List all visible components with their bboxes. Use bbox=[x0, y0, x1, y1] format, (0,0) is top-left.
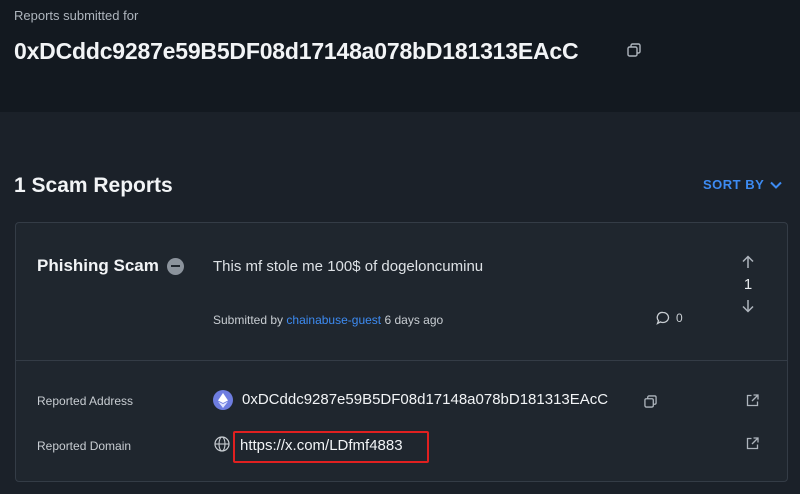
upvote-arrow-icon bbox=[742, 255, 754, 268]
vote-count: 1 bbox=[743, 276, 753, 293]
reported-address-label: Reported Address bbox=[37, 394, 134, 408]
category-label: Phishing Scam bbox=[37, 256, 159, 275]
reported-domain-label: Reported Domain bbox=[37, 439, 132, 453]
copy-icon[interactable] bbox=[627, 43, 641, 62]
report-card: Phishing Scam This mf stole me 100$ of d… bbox=[15, 222, 788, 482]
header-address: 0xDCddc9287e59B5DF08d17148a078bD181313EA… bbox=[14, 38, 579, 64]
ethereum-icon bbox=[213, 390, 233, 410]
reported-domain-link[interactable]: https://x.com/LDfmf4883 bbox=[240, 437, 403, 454]
submitted-time: 6 days ago bbox=[384, 313, 444, 327]
comment-icon bbox=[656, 311, 670, 325]
copy-icon[interactable] bbox=[644, 395, 657, 413]
reports-count-title: 1 Scam Reports bbox=[14, 174, 173, 197]
vote-controls: 1 bbox=[734, 253, 762, 315]
submitted-prefix: Submitted by bbox=[213, 313, 284, 327]
report-category: Phishing Scam bbox=[37, 256, 184, 276]
reported-address-value: 0xDCddc9287e59B5DF08d17148a078bD181313EA… bbox=[242, 391, 609, 408]
minus-circle-icon bbox=[166, 257, 184, 275]
sort-by-label: SORT BY bbox=[703, 177, 765, 192]
globe-icon bbox=[214, 436, 230, 457]
card-divider bbox=[16, 360, 787, 361]
downvote-button[interactable] bbox=[742, 297, 754, 315]
comment-count: 0 bbox=[676, 311, 683, 325]
external-link-icon[interactable] bbox=[746, 437, 759, 455]
external-link-icon[interactable] bbox=[746, 394, 759, 412]
submitter-link[interactable]: chainabuse-guest bbox=[286, 313, 381, 327]
report-description: This mf stole me 100$ of dogeloncuminu bbox=[213, 258, 484, 275]
sort-by-button[interactable]: SORT BY bbox=[703, 177, 783, 192]
page-header: Reports submitted for 0xDCddc9287e59B5DF… bbox=[0, 0, 800, 112]
submitted-info: Submitted by chainabuse-guest 6 days ago bbox=[213, 313, 443, 327]
downvote-arrow-icon bbox=[742, 300, 754, 313]
upvote-button[interactable] bbox=[742, 253, 754, 271]
chevron-down-icon bbox=[770, 181, 783, 189]
header-label: Reports submitted for bbox=[14, 8, 139, 23]
comments-button[interactable]: 0 bbox=[656, 311, 683, 325]
